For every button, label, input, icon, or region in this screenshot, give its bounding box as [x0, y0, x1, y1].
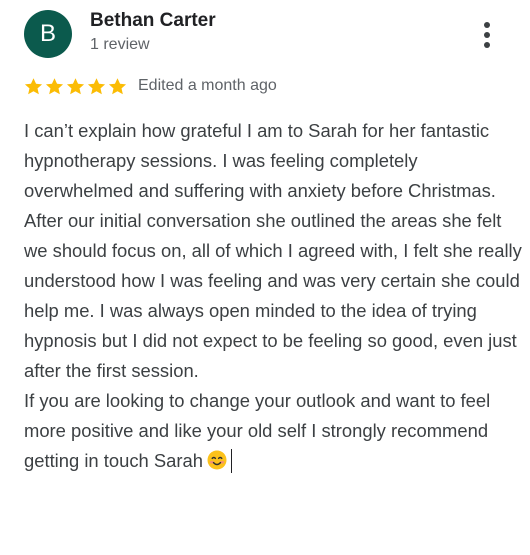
- rating-row: Edited a month ago: [23, 74, 277, 98]
- review-paragraph-last: If you are looking to change your outloo…: [24, 386, 524, 476]
- star-icon: [86, 76, 107, 97]
- review-text: I can’t explain how grateful I am to Sar…: [24, 116, 524, 476]
- star-icon: [65, 76, 86, 97]
- review-card: B Bethan Carter 1 review Edited a month: [0, 0, 530, 555]
- review-paragraph-text: If you are looking to change your outloo…: [24, 390, 491, 471]
- review-paragraph: I can’t explain how grateful I am to Sar…: [24, 120, 496, 201]
- more-vert-icon-dot: [484, 42, 490, 48]
- more-vert-icon: [484, 22, 490, 28]
- more-options-button[interactable]: [472, 18, 502, 52]
- star-icon: [107, 76, 128, 97]
- avatar[interactable]: B: [24, 10, 72, 58]
- star-icon: [23, 76, 44, 97]
- star-icon: [44, 76, 65, 97]
- review-count[interactable]: 1 review: [90, 36, 150, 54]
- review-paragraph: After our initial conversation she outli…: [24, 210, 522, 381]
- edited-timestamp: Edited a month ago: [138, 77, 277, 94]
- reviewer-name[interactable]: Bethan Carter: [90, 10, 216, 32]
- star-rating: [23, 76, 128, 97]
- smiling-face-icon: [207, 449, 227, 470]
- text-cursor: [230, 449, 232, 473]
- more-vert-icon-dot: [484, 32, 490, 38]
